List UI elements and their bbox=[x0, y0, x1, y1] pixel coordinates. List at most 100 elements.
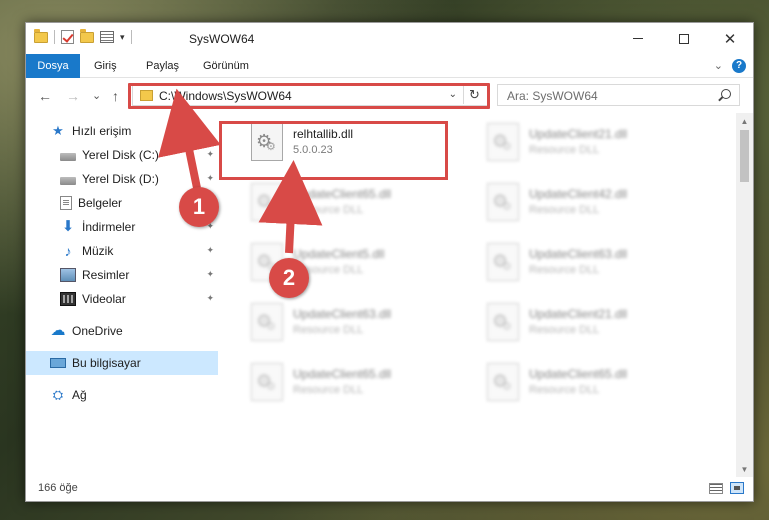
sidebar-item-local-disk-d[interactable]: Yerel Disk (D:) ✦ bbox=[26, 167, 218, 191]
sidebar-item-videos[interactable]: Videolar ✦ bbox=[26, 287, 218, 311]
file-item[interactable]: UpdateClient63.dll Resource DLL bbox=[479, 237, 709, 293]
file-type: Resource DLL bbox=[293, 324, 364, 336]
ribbon-tabs: Dosya Giriş Paylaş Görünüm ⌄ ? bbox=[26, 54, 753, 78]
pin-icon[interactable]: ✦ bbox=[206, 245, 214, 256]
toolbar-divider bbox=[54, 30, 55, 44]
scrollbar-thumb[interactable] bbox=[740, 130, 749, 182]
file-name: UpdateClient63.dll bbox=[293, 307, 392, 321]
customize-toolbar-chevron-icon[interactable]: ▾ bbox=[120, 32, 125, 43]
new-folder-icon[interactable] bbox=[80, 28, 94, 43]
pin-icon[interactable]: ✦ bbox=[206, 149, 214, 160]
back-arrow-icon[interactable]: ← bbox=[38, 88, 52, 104]
file-item[interactable]: UpdateClient63.dll Resource DLL bbox=[243, 297, 473, 353]
disk-icon bbox=[60, 176, 76, 185]
videos-icon bbox=[60, 292, 76, 306]
pin-icon[interactable]: ✦ bbox=[206, 269, 214, 280]
onedrive-icon: ☁ bbox=[50, 322, 66, 339]
file-name: UpdateClient21.dll bbox=[529, 127, 628, 141]
search-box[interactable]: Ara: SysWOW64 bbox=[497, 84, 740, 106]
sidebar-item-local-disk-c[interactable]: Yerel Disk (C:) ✦ bbox=[26, 143, 218, 167]
details-view-icon[interactable] bbox=[709, 483, 723, 494]
tab-view[interactable]: Görünüm bbox=[203, 54, 249, 78]
help-icon[interactable]: ? bbox=[732, 59, 746, 73]
sidebar-item-label: OneDrive bbox=[72, 324, 123, 338]
file-name: UpdateClient65.dll bbox=[293, 367, 392, 381]
dll-file-icon bbox=[251, 183, 283, 221]
navigation-pane: ★ Hızlı erişim Yerel Disk (C:) ✦ Yerel D… bbox=[26, 113, 220, 478]
dll-file-icon bbox=[251, 303, 283, 341]
title-bar: ▾ SysWOW64 ✕ bbox=[26, 23, 753, 54]
folder-icon bbox=[34, 28, 48, 43]
disk-icon bbox=[60, 152, 76, 161]
tab-file[interactable]: Dosya bbox=[26, 54, 80, 78]
close-icon: ✕ bbox=[723, 30, 737, 48]
vertical-scrollbar[interactable]: ▲ ▼ bbox=[736, 113, 753, 478]
network-icon: ⛭ bbox=[52, 387, 64, 402]
sidebar-item-quick-access[interactable]: ★ Hızlı erişim bbox=[26, 119, 218, 143]
sidebar-item-label: Resimler bbox=[82, 268, 130, 282]
scroll-down-icon[interactable]: ▼ bbox=[736, 461, 753, 478]
file-name: UpdateClient21.dll bbox=[529, 307, 628, 321]
pictures-icon bbox=[60, 268, 76, 282]
dll-file-icon bbox=[487, 303, 519, 341]
pin-icon[interactable]: ✦ bbox=[206, 173, 214, 184]
dll-file-icon bbox=[251, 363, 283, 401]
properties-check-icon[interactable] bbox=[61, 30, 74, 44]
minimize-icon bbox=[633, 38, 643, 39]
sidebar-item-label: İndirmeler bbox=[82, 220, 136, 234]
dll-file-icon bbox=[487, 183, 519, 221]
file-type: Resource DLL bbox=[529, 384, 600, 396]
sidebar-item-onedrive[interactable]: ☁ OneDrive bbox=[26, 319, 218, 343]
documents-icon bbox=[60, 196, 72, 210]
file-name: UpdateClient65.dll bbox=[529, 367, 628, 381]
explorer-window: ▾ SysWOW64 ✕ Dosya Giriş Paylaş Görünüm … bbox=[25, 22, 754, 502]
file-type: Resource DLL bbox=[529, 324, 600, 336]
computer-icon bbox=[50, 358, 66, 368]
step-badge-2: 2 bbox=[269, 258, 309, 298]
list-view-icon[interactable] bbox=[100, 31, 114, 43]
file-item[interactable]: UpdateClient42.dll Resource DLL bbox=[479, 177, 709, 233]
sidebar-item-label: Bu bilgisayar bbox=[72, 356, 141, 370]
maximize-button[interactable] bbox=[661, 23, 707, 54]
close-button[interactable]: ✕ bbox=[707, 23, 753, 54]
scroll-up-icon[interactable]: ▲ bbox=[736, 113, 753, 130]
window-controls: ✕ bbox=[615, 23, 753, 54]
file-type: Resource DLL bbox=[293, 384, 364, 396]
file-name: UpdateClient63.dll bbox=[529, 247, 628, 261]
file-item[interactable]: UpdateClient65.dll Resource DLL bbox=[479, 357, 709, 413]
ribbon-expand-chevron-icon[interactable]: ⌄ bbox=[714, 59, 723, 72]
music-icon: ♪ bbox=[64, 243, 72, 259]
pin-icon[interactable]: ✦ bbox=[206, 293, 214, 304]
sidebar-item-label: Videolar bbox=[82, 292, 126, 306]
large-icons-view-icon[interactable] bbox=[730, 482, 744, 494]
maximize-icon bbox=[679, 33, 689, 44]
quick-access-toolbar: ▾ bbox=[34, 28, 132, 44]
recent-locations-chevron-icon[interactable]: ⌄ bbox=[92, 89, 101, 102]
forward-arrow-icon[interactable]: → bbox=[66, 88, 80, 104]
sidebar-item-network[interactable]: ⛭ Ağ bbox=[26, 383, 218, 407]
file-item[interactable]: UpdateClient65.dll Resource DLL bbox=[243, 177, 473, 233]
file-item[interactable]: UpdateClient65.dll Resource DLL bbox=[243, 357, 473, 413]
file-highlight bbox=[219, 121, 448, 180]
dll-file-icon bbox=[487, 363, 519, 401]
search-placeholder[interactable]: Ara: SysWOW64 bbox=[507, 89, 598, 103]
search-icon[interactable] bbox=[721, 89, 731, 99]
minimize-button[interactable] bbox=[615, 23, 661, 54]
file-type: Resource DLL bbox=[293, 204, 364, 216]
file-item[interactable]: UpdateClient21.dll Resource DLL bbox=[479, 297, 709, 353]
sidebar-item-this-pc[interactable]: Bu bilgisayar bbox=[26, 351, 218, 375]
tab-home[interactable]: Giriş bbox=[94, 54, 117, 78]
sidebar-item-label: Yerel Disk (D:) bbox=[82, 172, 159, 186]
file-name: UpdateClient5.dll bbox=[293, 247, 385, 261]
tab-share[interactable]: Paylaş bbox=[146, 54, 179, 78]
sidebar-item-pictures[interactable]: Resimler ✦ bbox=[26, 263, 218, 287]
sidebar-item-label: Yerel Disk (C:) bbox=[82, 148, 159, 162]
sidebar-item-label: Müzik bbox=[82, 244, 114, 258]
file-type: Resource DLL bbox=[529, 264, 600, 276]
file-item[interactable]: UpdateClient21.dll Resource DLL bbox=[479, 117, 709, 173]
up-arrow-icon[interactable]: ↑ bbox=[112, 88, 119, 104]
file-type: Resource DLL bbox=[529, 144, 600, 156]
sidebar-item-music[interactable]: ♪ Müzik ✦ bbox=[26, 239, 218, 263]
window-title: SysWOW64 bbox=[189, 32, 255, 46]
sidebar-item-label: Belgeler bbox=[78, 196, 123, 210]
